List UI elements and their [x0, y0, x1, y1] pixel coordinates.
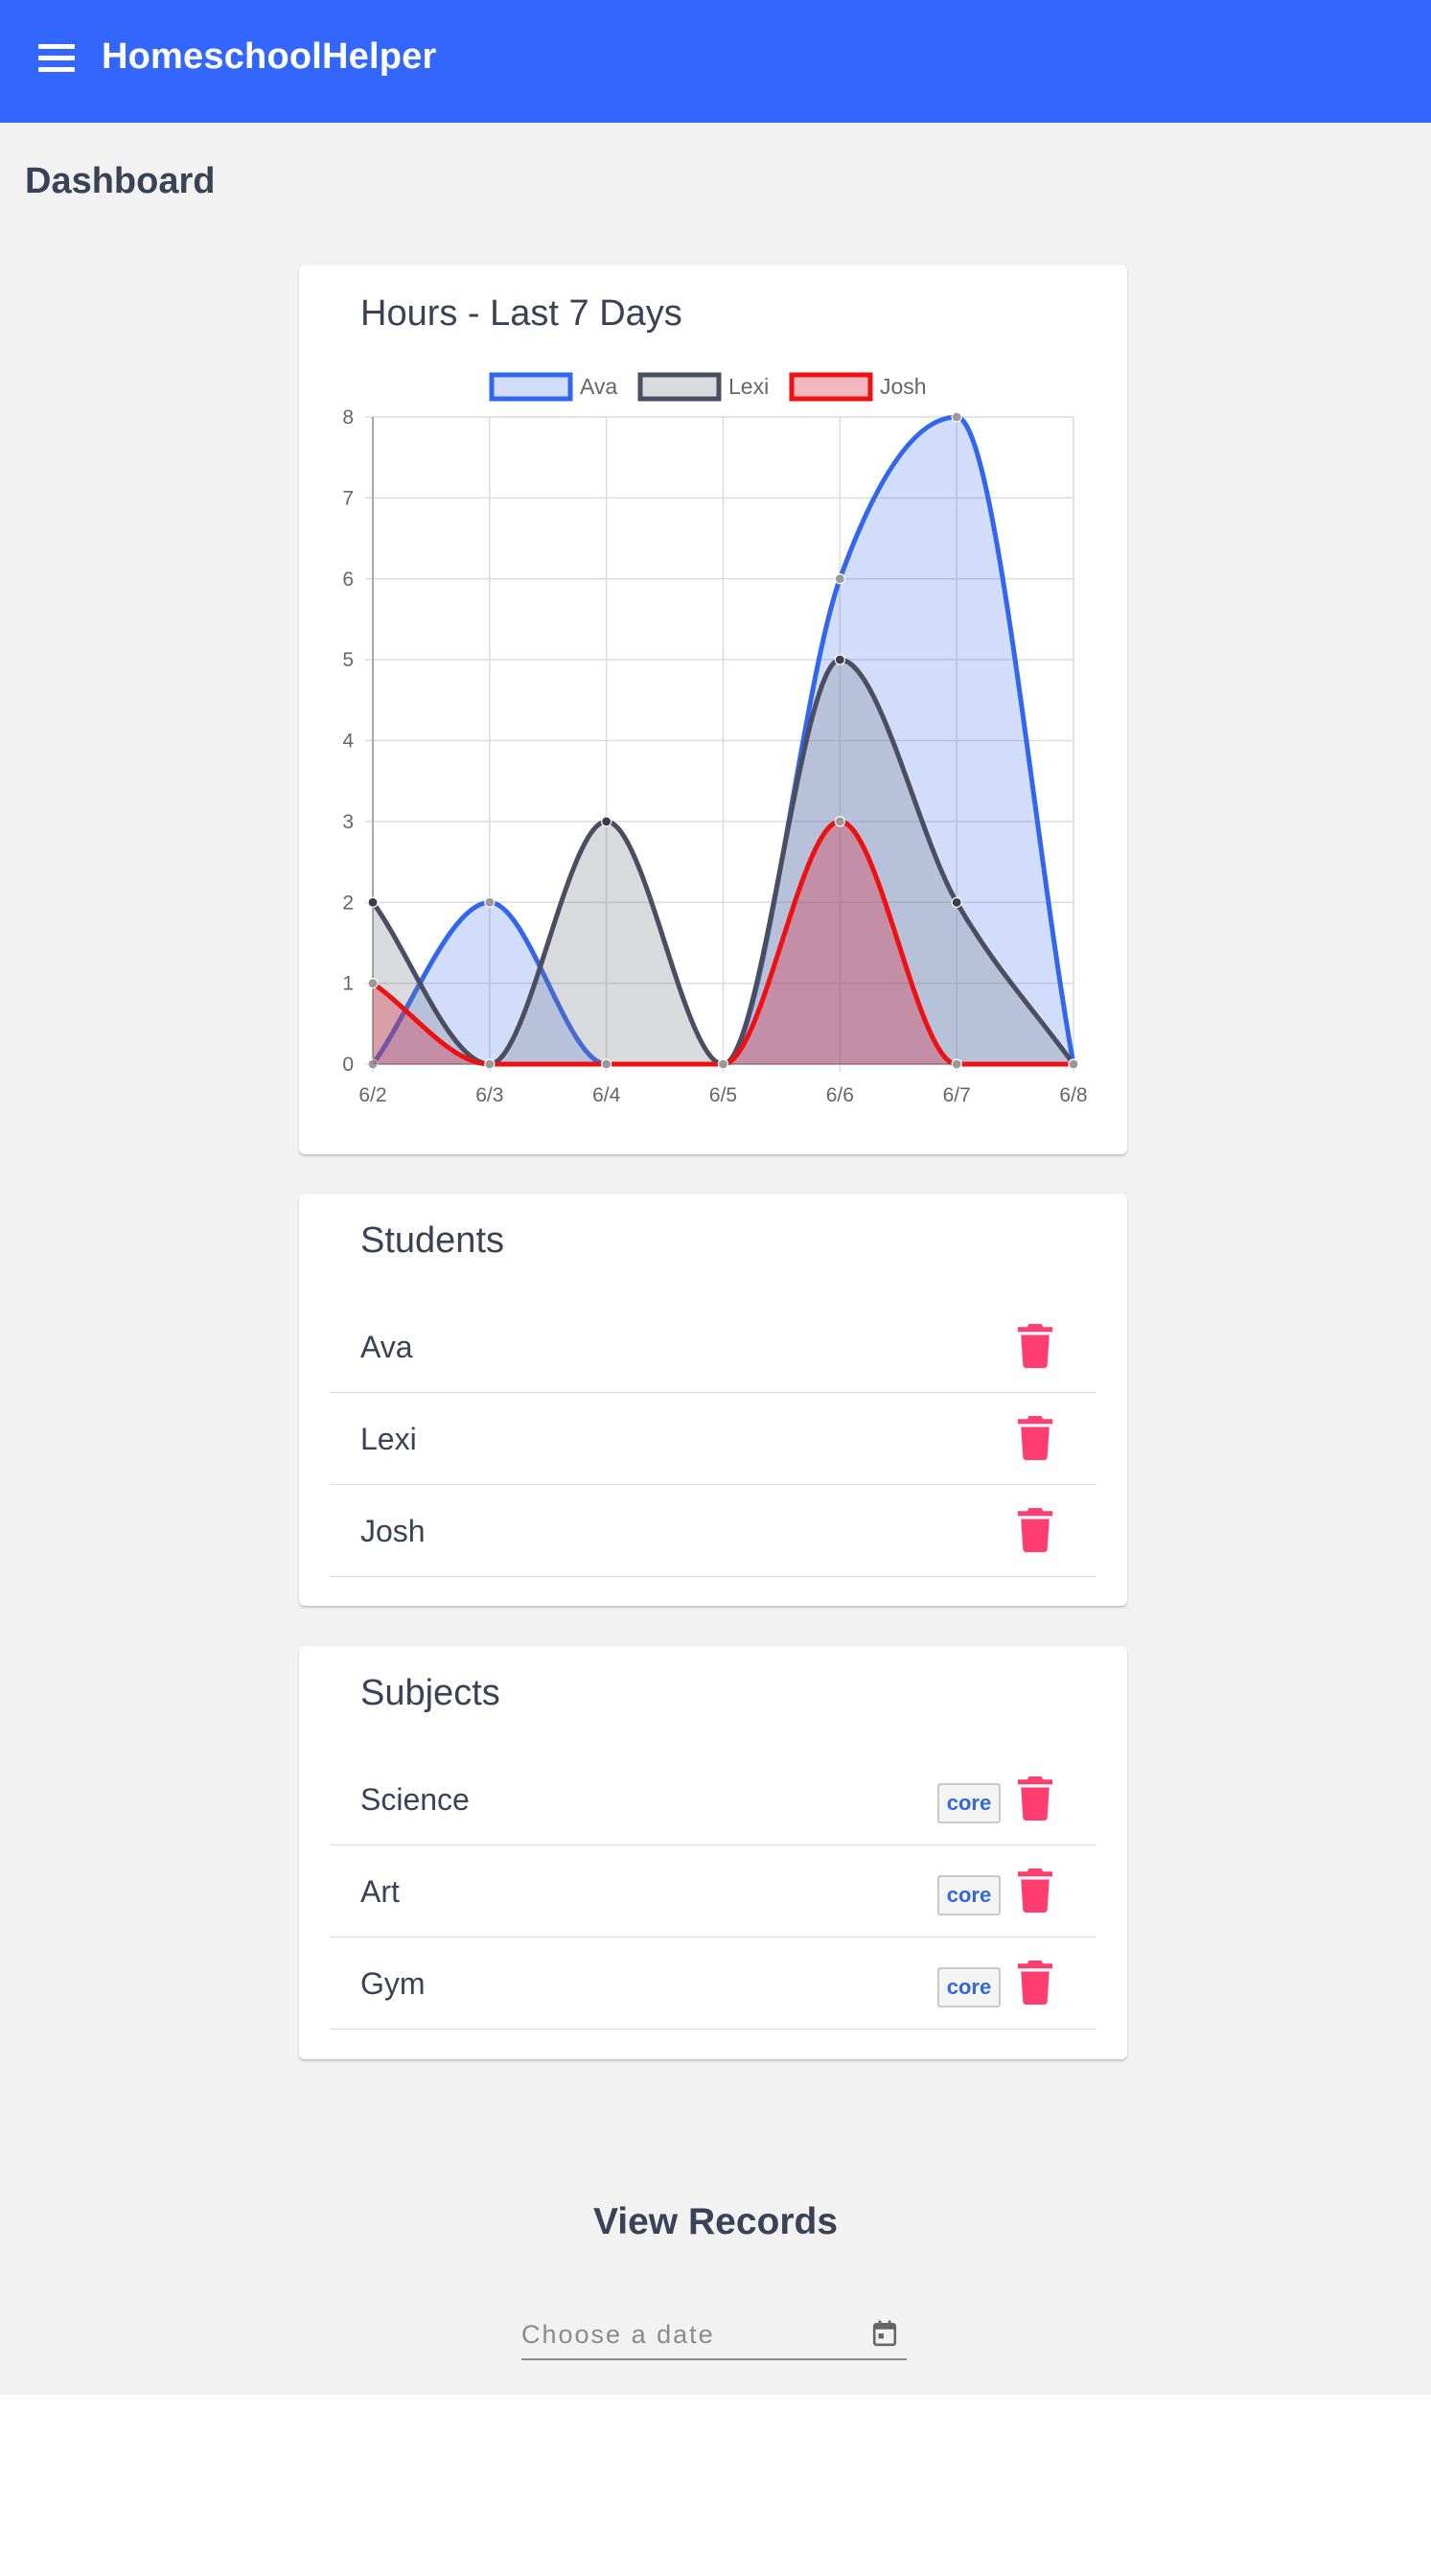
- student-name: Josh: [360, 1514, 426, 1548]
- legend-josh-swatch: [789, 372, 873, 402]
- y-tick-label: 7: [342, 487, 354, 509]
- x-tick-label: 6/6: [826, 1084, 854, 1106]
- y-tick-label: 8: [342, 406, 354, 429]
- series-lexi-point: [834, 654, 845, 665]
- series-josh-point: [951, 1058, 962, 1070]
- series-lexi-point: [367, 896, 379, 908]
- core-badge: core: [937, 1967, 1001, 2007]
- x-tick-label: 6/8: [1059, 1084, 1087, 1106]
- student-row: Ava: [330, 1301, 1096, 1393]
- series-josh-point: [834, 816, 845, 827]
- series-ava-point: [484, 896, 496, 908]
- subjects-title: Subjects: [360, 1673, 500, 1713]
- series-josh-point: [367, 978, 379, 989]
- students-card: Students Ava Lexi Josh: [299, 1194, 1127, 1606]
- x-tick-label: 6/5: [709, 1084, 737, 1106]
- series-ava-point: [834, 573, 845, 585]
- view-records-title: View Records: [592, 2201, 839, 2242]
- core-badge: core: [937, 1875, 1001, 1915]
- series-josh-point: [717, 1058, 729, 1070]
- hamburger-menu-icon[interactable]: [38, 44, 77, 77]
- series-josh-point: [1068, 1058, 1079, 1070]
- top-app-bar: HomeschoolHelper: [0, 0, 1431, 123]
- subject-name: Art: [360, 1874, 400, 1909]
- series-lexi-point: [951, 896, 962, 908]
- series-lexi-point: [601, 816, 612, 827]
- legend-josh-label: Josh: [880, 374, 927, 399]
- series-josh-point: [601, 1058, 612, 1070]
- hours-chart-card: Hours - Last 7 Days 0 1 2 3 4 5 6 7 8 6/2 6/3 6/4 6/…: [299, 265, 1127, 1154]
- legend-ava-swatch: [489, 372, 573, 402]
- y-tick-label: 4: [342, 731, 354, 753]
- legend-ava-label: Ava: [580, 374, 617, 399]
- y-tick-label: 6: [342, 569, 354, 591]
- date-picker-field[interactable]: [521, 2312, 907, 2360]
- page-title: Dashboard: [25, 161, 216, 201]
- subject-name: Gym: [360, 1966, 426, 2001]
- y-tick-label: 2: [342, 892, 354, 914]
- legend-lexi-swatch: [637, 372, 722, 402]
- delete-trash-icon[interactable]: [1016, 1416, 1054, 1460]
- subject-row: Gym core: [330, 1938, 1096, 2030]
- delete-trash-icon[interactable]: [1016, 1961, 1054, 2005]
- y-tick-label: 5: [342, 649, 354, 671]
- hours-chart: 0 1 2 3 4 5 6 7 8 6/2 6/3 6/4 6/5 6/6 6/7 6/8 Ava Lexi Jos…: [342, 372, 1088, 1106]
- x-tick-label: 6/3: [475, 1084, 503, 1106]
- x-tick-label: 6/2: [358, 1084, 386, 1106]
- y-tick-label: 0: [342, 1054, 354, 1076]
- subject-row: Science core: [330, 1753, 1096, 1845]
- app-title: HomeschoolHelper: [102, 36, 437, 77]
- x-tick-label: 6/4: [592, 1084, 621, 1106]
- student-row: Lexi: [330, 1393, 1096, 1485]
- core-badge: core: [937, 1783, 1001, 1823]
- student-name: Ava: [360, 1330, 413, 1364]
- subjects-card: Subjects Science core Art core Gym core: [299, 1646, 1127, 2059]
- y-tick-label: 3: [342, 811, 354, 833]
- delete-trash-icon[interactable]: [1016, 1508, 1054, 1552]
- date-input[interactable]: [521, 2312, 847, 2356]
- series-josh-point: [484, 1058, 496, 1070]
- student-row: Josh: [330, 1485, 1096, 1577]
- series-ava-point: [951, 411, 962, 423]
- delete-trash-icon[interactable]: [1016, 1324, 1054, 1368]
- subject-name: Science: [360, 1782, 470, 1817]
- delete-trash-icon[interactable]: [1016, 1776, 1054, 1821]
- subject-row: Art core: [330, 1845, 1096, 1938]
- y-tick-label: 1: [342, 973, 354, 995]
- x-tick-label: 6/7: [943, 1084, 971, 1106]
- calendar-icon[interactable]: [872, 2320, 897, 2347]
- delete-trash-icon[interactable]: [1016, 1868, 1054, 1913]
- student-name: Lexi: [360, 1422, 417, 1456]
- students-title: Students: [360, 1220, 504, 1261]
- legend-lexi-label: Lexi: [728, 374, 769, 399]
